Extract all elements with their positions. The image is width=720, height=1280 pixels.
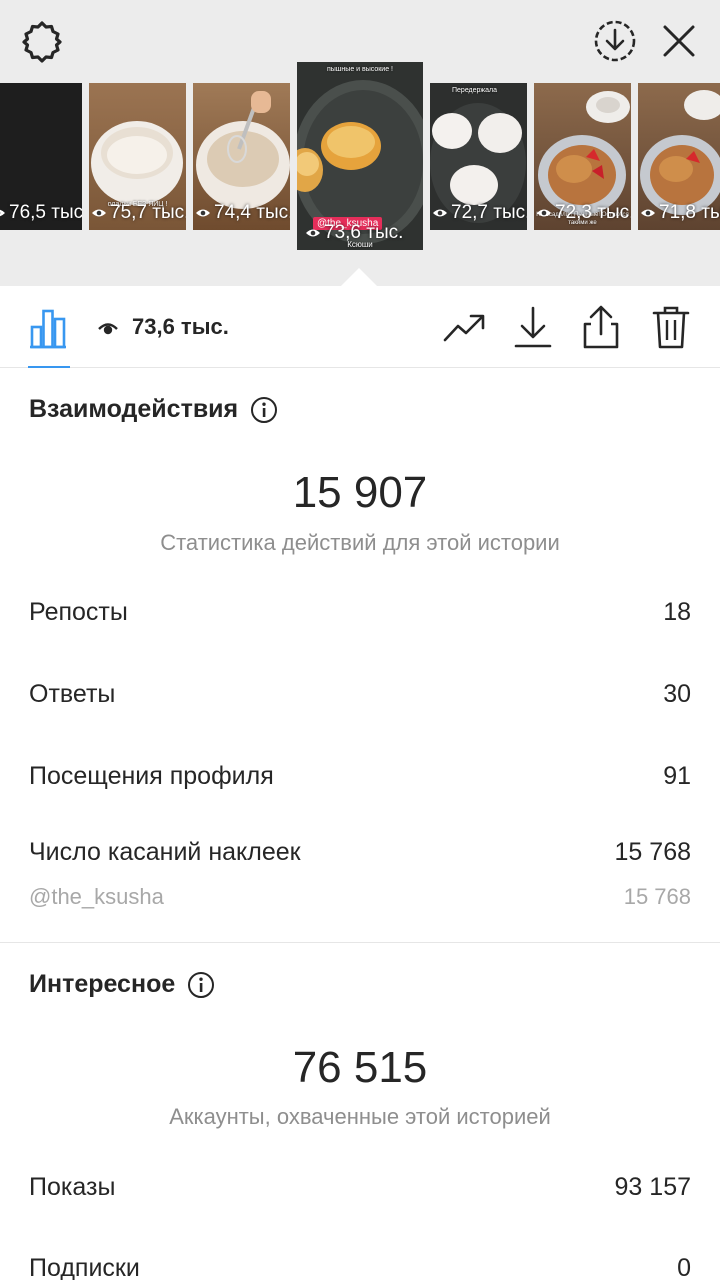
sticker-taps-label: Число касаний наклеек	[29, 838, 301, 866]
close-button[interactable]	[656, 18, 702, 64]
story-thumbnail[interactable]: оладьи БЕЗ ЯИЦ ! 75,7 тыс.	[89, 83, 186, 230]
section-divider	[0, 942, 720, 943]
story-thumbnail-selected[interactable]: пышные и высокие ! @the_ksusha Ксюши 73,…	[297, 62, 423, 250]
story-views: 72,3 тыс.	[536, 202, 631, 224]
section-title-text: Взаимодействия	[29, 395, 239, 423]
download-button[interactable]	[510, 302, 556, 352]
eye-icon	[92, 209, 106, 217]
eye-icon	[641, 209, 655, 217]
replies-value: 30	[663, 680, 691, 708]
reposts-value: 18	[663, 598, 691, 626]
info-icon[interactable]	[187, 971, 215, 999]
story-views: 71,8 тыс.	[640, 202, 720, 224]
story-views: 74,4 тыс.	[195, 202, 290, 224]
views-count: 73,6 тыс.	[132, 314, 229, 339]
story-views: 72,7 тыс.	[432, 202, 527, 224]
story-thumbnail[interactable]: 74,4 тыс.	[193, 83, 290, 230]
story-views: 73,6 тыс.	[305, 222, 403, 244]
discovery-section-title: Интересное	[29, 970, 215, 999]
close-icon	[663, 25, 695, 57]
story-thumbnail[interactable]: Передержала 72,7 тыс.	[430, 83, 527, 230]
stories-strip: 76,5 тыс. оладьи БЕЗ ЯИЦ ! 75,7 тыс. 74,…	[0, 0, 720, 286]
insights-bar-chart-icon	[30, 309, 66, 349]
trending-up-icon	[443, 314, 485, 342]
download-icon	[514, 306, 552, 348]
story-views: 75,7 тыс.	[91, 202, 186, 224]
story-thumbnail[interactable]: 71,8 тыс.	[638, 83, 720, 230]
eye-icon	[0, 209, 5, 217]
replies-label: Ответы	[29, 680, 116, 708]
impressions-value: 93 157	[614, 1173, 691, 1201]
settings-button[interactable]	[18, 18, 66, 66]
eye-icon	[196, 209, 210, 217]
interactions-total: 15 907	[292, 468, 428, 517]
insights-toolbar: 73,6 тыс.	[0, 286, 720, 368]
reach-subtitle: Аккаунты, охваченные этой историей	[169, 1104, 551, 1129]
follows-value: 0	[677, 1254, 691, 1280]
sticker-mention-label: @the_ksusha	[29, 884, 164, 909]
story-caption: Передержала	[452, 87, 497, 94]
eye-icon	[433, 209, 447, 217]
impressions-label: Показы	[29, 1173, 116, 1201]
settings-icon	[22, 21, 62, 63]
profile-visits-label: Посещения профиля	[29, 762, 274, 790]
interactions-subtitle: Статистика действий для этой истории	[160, 530, 560, 555]
section-title-text: Интересное	[29, 970, 176, 998]
story-caption: пышные и высокие !	[326, 66, 393, 73]
sticker-mention-value: 15 768	[623, 884, 691, 909]
eye-icon	[537, 209, 551, 217]
profile-visits-value: 91	[663, 762, 691, 790]
promote-button[interactable]	[440, 306, 488, 350]
follows-label: Подписки	[29, 1254, 140, 1280]
story-thumbnail[interactable]: 76,5 тыс.	[0, 83, 82, 230]
trash-icon	[652, 306, 690, 349]
delete-button[interactable]	[648, 302, 694, 352]
share-button[interactable]	[578, 302, 624, 352]
save-story-button[interactable]	[590, 16, 640, 66]
selection-pointer	[341, 268, 377, 286]
reach-total: 76 515	[292, 1043, 428, 1092]
reposts-label: Репосты	[29, 598, 128, 626]
interactions-section-title: Взаимодействия	[29, 395, 278, 424]
download-circle-icon	[594, 20, 636, 62]
active-tab-indicator	[28, 366, 70, 368]
info-icon[interactable]	[250, 396, 278, 424]
insights-tab[interactable]	[24, 304, 72, 352]
story-views: 76,5 тыс.	[0, 202, 82, 224]
eye-icon	[306, 229, 320, 237]
story-thumbnail[interactable]: Не осадили ! Пышные! Остаются такими же …	[534, 83, 631, 230]
sticker-taps-value: 15 768	[614, 838, 691, 866]
share-icon	[583, 305, 619, 349]
eye-icon	[98, 323, 118, 335]
